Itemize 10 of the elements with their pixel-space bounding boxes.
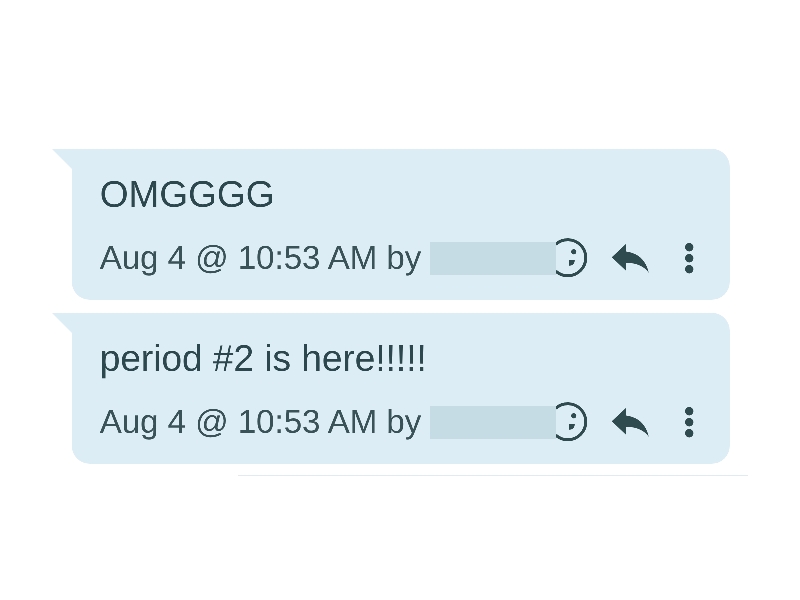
smiley-icon[interactable]	[556, 238, 588, 278]
more-icon[interactable]	[684, 242, 694, 274]
smiley-icon[interactable]	[556, 402, 588, 442]
timestamp-text: Aug 4 @ 10:53 AM by	[100, 238, 422, 278]
more-icon[interactable]	[684, 406, 694, 438]
reply-icon[interactable]	[612, 408, 649, 436]
reply-icon[interactable]	[612, 244, 649, 272]
message-text: OMGGGG	[100, 173, 276, 217]
message-text: period #2 is here!!!!!	[100, 337, 428, 381]
timestamp-text: Aug 4 @ 10:53 AM by	[100, 402, 422, 442]
